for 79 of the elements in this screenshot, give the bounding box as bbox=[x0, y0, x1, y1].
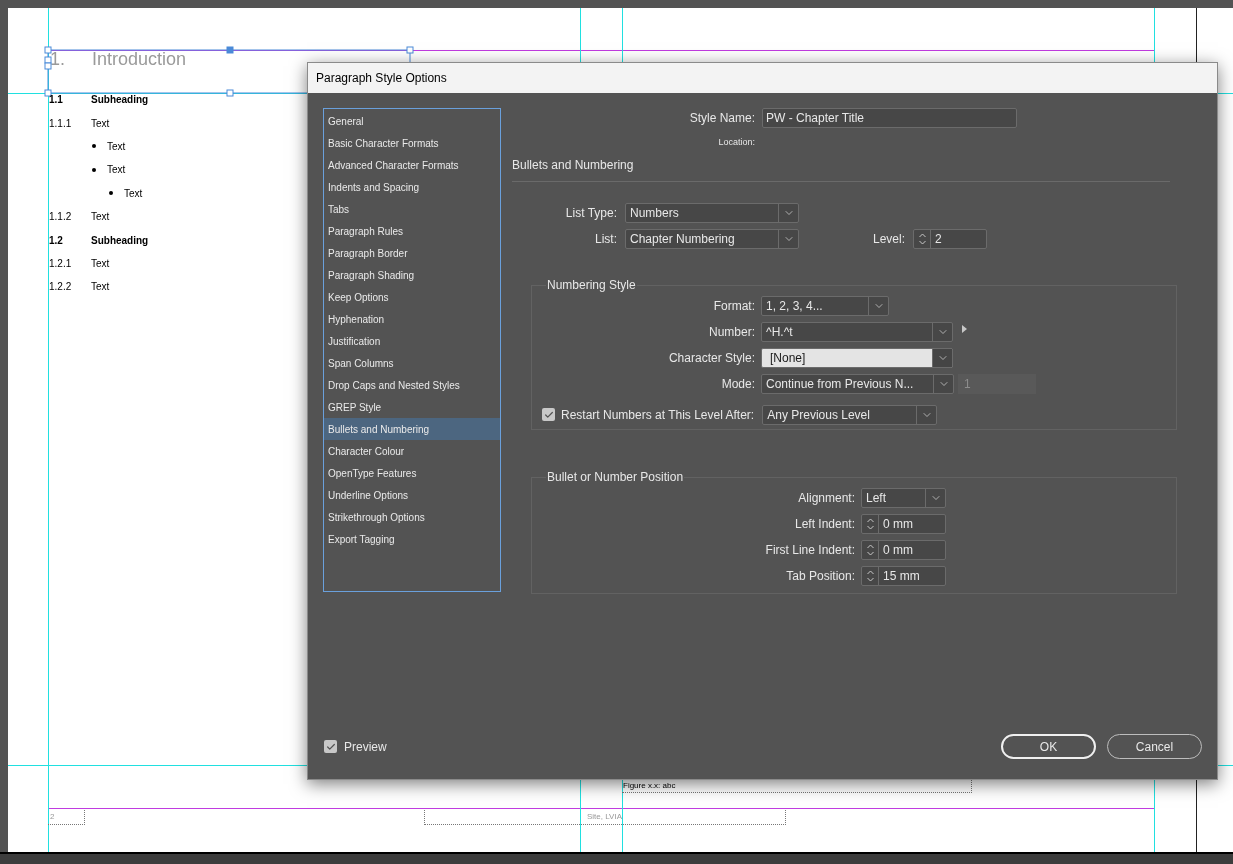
list-text: Text bbox=[107, 163, 126, 178]
list-text: Text bbox=[91, 116, 110, 131]
category-item[interactable]: Paragraph Shading bbox=[324, 264, 500, 286]
dropdown[interactable]: Left bbox=[861, 487, 946, 508]
ok-button[interactable]: OK bbox=[1001, 734, 1096, 759]
field-label: Level: bbox=[871, 230, 905, 248]
field-label: Character Style: bbox=[667, 349, 755, 367]
dropdown[interactable]: Continue from Previous N... bbox=[761, 373, 954, 394]
checkbox[interactable] bbox=[324, 740, 337, 753]
list-text: Text bbox=[124, 186, 143, 201]
dropdown[interactable]: Chapter Numbering bbox=[625, 228, 799, 249]
list-number: 1.1.1 bbox=[49, 116, 73, 131]
section-title: Bullets and Numbering bbox=[512, 156, 634, 174]
field-label: Number: bbox=[708, 323, 755, 341]
list-number: 1.1.2 bbox=[49, 210, 73, 225]
dropdown[interactable]: [None] bbox=[761, 347, 953, 368]
dropdown[interactable]: Numbers bbox=[625, 202, 799, 223]
heading-number: 1. bbox=[50, 48, 66, 71]
category-item[interactable]: Advanced Character Formats bbox=[324, 154, 500, 176]
category-item[interactable]: Tabs bbox=[324, 198, 500, 220]
dropdown[interactable]: 1, 2, 3, 4... bbox=[761, 295, 889, 316]
category-item[interactable]: General bbox=[324, 110, 500, 132]
list-number: 1.2.1 bbox=[49, 256, 73, 271]
spinner-field[interactable]: 0 mm bbox=[861, 539, 946, 560]
figure-caption: Figure x.x: abc bbox=[623, 781, 676, 790]
category-item[interactable]: Strikethrough Options bbox=[324, 506, 500, 528]
category-item[interactable]: Hyphenation bbox=[324, 308, 500, 330]
field-label: Mode: bbox=[720, 375, 755, 393]
list-text: Text bbox=[91, 210, 110, 225]
spinner-field[interactable]: 0 mm bbox=[861, 513, 946, 534]
heading-text: Introduction bbox=[92, 48, 187, 71]
category-item[interactable]: OpenType Features bbox=[324, 462, 500, 484]
field-label: Alignment: bbox=[797, 489, 855, 507]
field-label: First Line Indent: bbox=[764, 541, 855, 559]
category-item[interactable]: Justification bbox=[324, 330, 500, 352]
field-label: Style Name: bbox=[688, 110, 755, 127]
category-item[interactable]: Paragraph Rules bbox=[324, 220, 500, 242]
play-arrow-icon[interactable] bbox=[962, 324, 967, 333]
location-label: Location: bbox=[717, 136, 755, 149]
category-item[interactable]: Export Tagging bbox=[324, 528, 500, 550]
spinner-field[interactable]: 15 mm bbox=[861, 565, 946, 586]
list-text: Subheading bbox=[91, 93, 149, 108]
category-item[interactable]: Paragraph Border bbox=[324, 242, 500, 264]
category-item[interactable]: Span Columns bbox=[324, 352, 500, 374]
field-label: Format: bbox=[712, 297, 755, 315]
bullet-icon bbox=[109, 191, 113, 196]
list-number: 1.1 bbox=[49, 93, 64, 108]
checkbox[interactable] bbox=[542, 408, 555, 421]
group-title: Bullet or Number Position bbox=[546, 469, 685, 484]
category-item[interactable]: Basic Character Formats bbox=[324, 132, 500, 154]
field-label: List Type: bbox=[564, 204, 617, 222]
dialog-title: Paragraph Style Options bbox=[316, 70, 447, 87]
dropdown[interactable]: ^H.^t bbox=[761, 321, 953, 342]
category-item[interactable]: Keep Options bbox=[324, 286, 500, 308]
field-label: Left Indent: bbox=[793, 515, 855, 533]
field-label: Tab Position: bbox=[785, 567, 855, 585]
bullet-icon bbox=[92, 167, 96, 172]
category-item[interactable]: Indents and Spacing bbox=[324, 176, 500, 198]
field-label: List: bbox=[594, 230, 617, 248]
category-item[interactable]: Bullets and Numbering bbox=[324, 418, 500, 440]
list-text: Text bbox=[91, 256, 110, 271]
category-item[interactable]: GREP Style bbox=[324, 396, 500, 418]
list-text: Text bbox=[91, 280, 110, 295]
spinner-field[interactable]: 2 bbox=[913, 228, 987, 249]
group-title: Numbering Style bbox=[546, 277, 637, 292]
list-text: Subheading bbox=[91, 233, 149, 248]
list-number: 1.2 bbox=[49, 233, 64, 248]
style-name-field[interactable]: PW - Chapter Title bbox=[762, 108, 1017, 128]
checkbox-label: Preview bbox=[344, 738, 387, 756]
category-item[interactable]: Drop Caps and Nested Styles bbox=[324, 374, 500, 396]
category-item[interactable]: Character Colour bbox=[324, 440, 500, 462]
dropdown[interactable]: Any Previous Level bbox=[762, 404, 938, 425]
checkbox-label: Restart Numbers at This Level After: bbox=[561, 406, 755, 424]
bullet-icon bbox=[92, 144, 96, 149]
category-item[interactable]: Underline Options bbox=[324, 484, 500, 506]
list-text: Text bbox=[107, 139, 126, 154]
page-number: 2 bbox=[50, 812, 55, 821]
list-number: 1.2.2 bbox=[49, 280, 73, 295]
footer-text: Site, LVIA bbox=[587, 812, 622, 821]
